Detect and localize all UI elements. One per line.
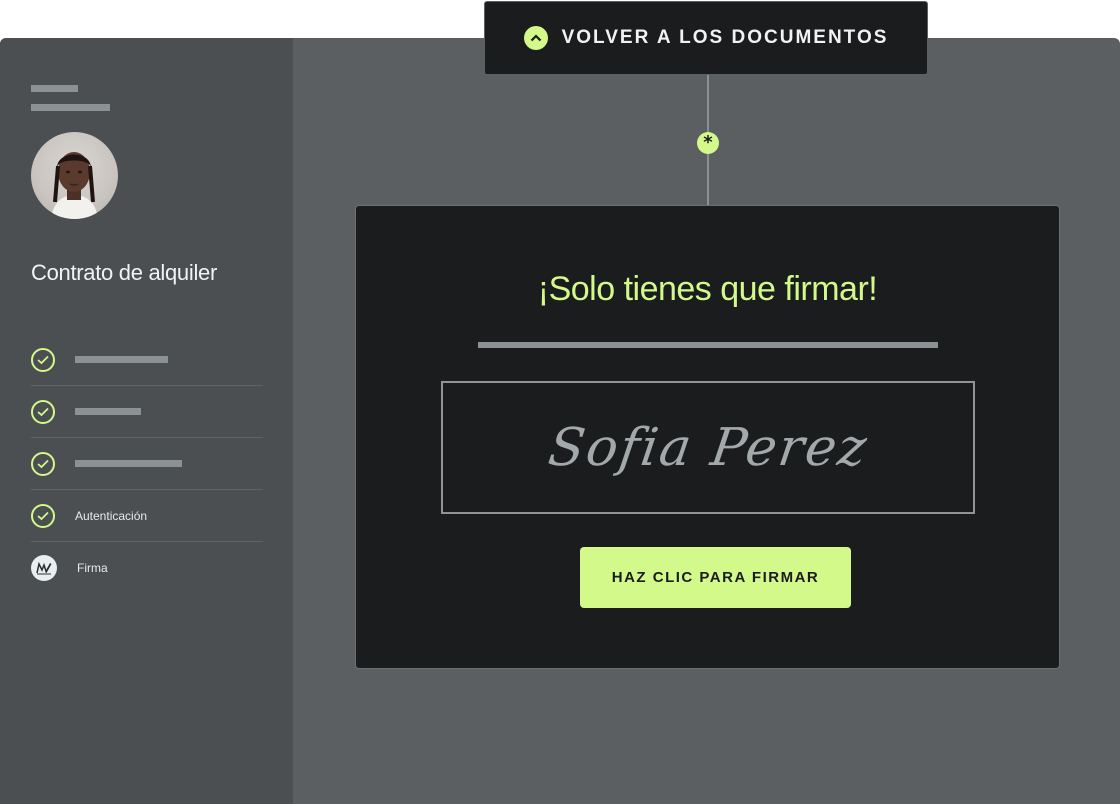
step-label: Autenticación: [75, 508, 148, 523]
divider: [478, 342, 938, 348]
step-label-placeholder: [75, 408, 141, 415]
step-item[interactable]: [31, 334, 263, 386]
chevron-up-icon: [523, 26, 548, 50]
asterisk-marker: *: [697, 132, 719, 154]
menu-bar: [31, 104, 110, 111]
back-to-documents-button[interactable]: VOLVER A LOS DOCUMENTOS: [484, 1, 928, 75]
menu-icon[interactable]: [31, 85, 111, 111]
step-label-placeholder: [75, 460, 182, 467]
step-label-placeholder: [75, 356, 168, 363]
step-item[interactable]: [31, 386, 263, 438]
step-item-autenticacion[interactable]: Autenticación: [31, 490, 263, 542]
avatar-portrait: [51, 152, 98, 219]
step-item-firma[interactable]: Firma: [31, 542, 263, 593]
step-item[interactable]: [31, 438, 263, 490]
menu-bar: [31, 85, 78, 92]
step-label: Firma: [77, 560, 108, 575]
signature-panel: ¡Solo tienes que firmar! Sofia Perez HAZ…: [355, 205, 1060, 669]
check-circle-icon: [31, 503, 55, 528]
document-title: Contrato de alquiler: [31, 260, 218, 285]
signature-box[interactable]: Sofia Perez: [441, 381, 975, 514]
back-button-label: VOLVER A LOS DOCUMENTOS: [561, 27, 889, 48]
check-circle-icon: [31, 451, 55, 476]
click-to-sign-button[interactable]: HAZ CLIC PARA FIRMAR: [580, 547, 851, 608]
panel-heading: ¡Solo tienes que firmar!: [537, 270, 878, 308]
avatar: [31, 132, 118, 219]
signature-icon: [31, 554, 57, 581]
step-list: Autenticación Firma: [31, 334, 263, 593]
signature-text: Sofia Perez: [544, 417, 872, 478]
check-circle-icon: [31, 399, 55, 424]
sidebar: Contrato de alquiler Autenticación Firma: [0, 38, 293, 804]
check-circle-icon: [31, 347, 55, 372]
